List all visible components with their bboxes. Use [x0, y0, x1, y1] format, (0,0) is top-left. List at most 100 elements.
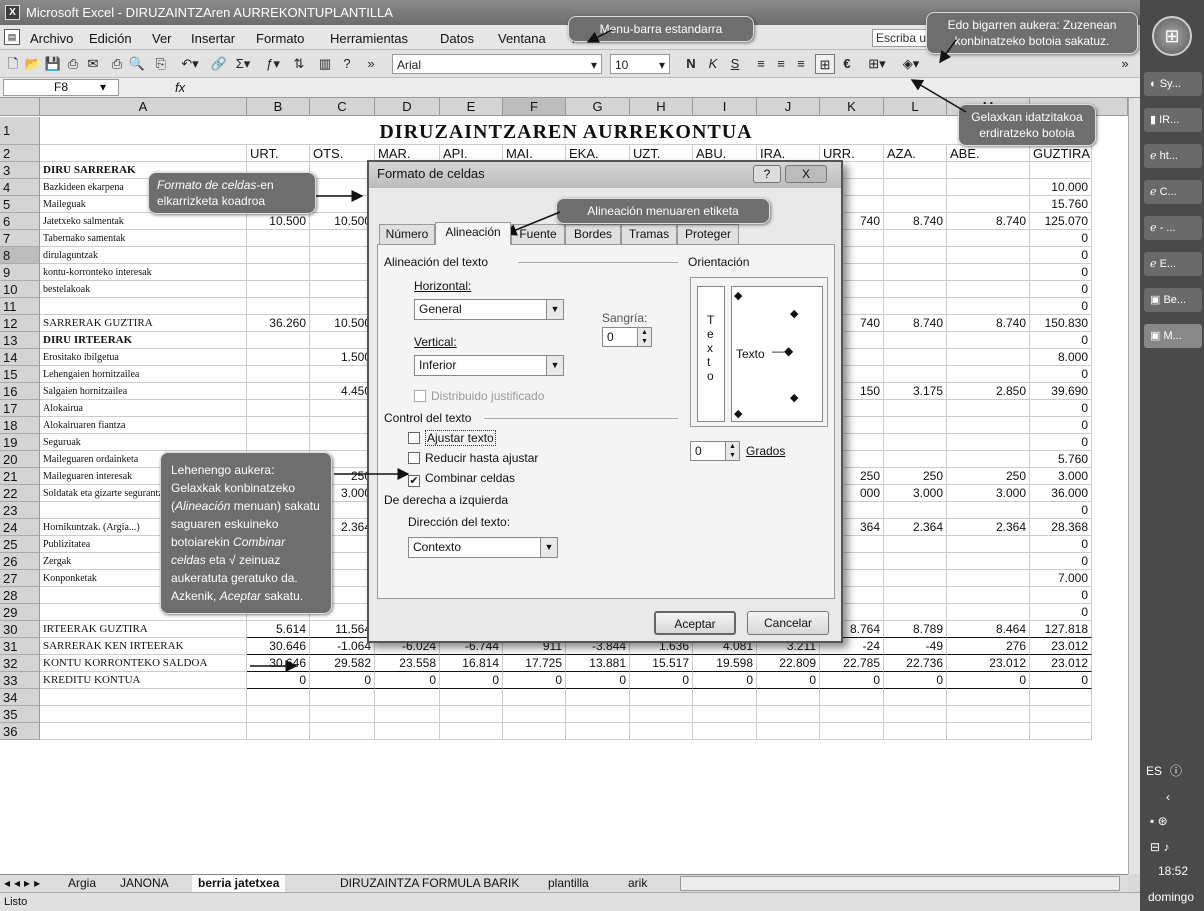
value-cell[interactable] — [884, 502, 947, 519]
value-cell[interactable] — [947, 434, 1030, 451]
value-cell[interactable]: 22.785 — [820, 655, 884, 672]
row-header[interactable]: 13 — [0, 332, 40, 349]
value-cell[interactable] — [884, 162, 947, 179]
row-header[interactable]: 12 — [0, 315, 40, 332]
value-cell[interactable]: 22.736 — [884, 655, 947, 672]
borders-icon[interactable]: ⊞▾ — [862, 54, 892, 74]
row-header[interactable]: 14 — [0, 349, 40, 366]
language-indicator[interactable]: ES — [1146, 764, 1162, 778]
value-cell[interactable]: 0 — [693, 672, 757, 689]
value-cell[interactable] — [630, 706, 693, 723]
value-cell[interactable]: 0 — [820, 672, 884, 689]
value-cell[interactable] — [947, 298, 1030, 315]
select-all-corner[interactable] — [0, 98, 40, 116]
row-label-cell[interactable]: Salgaien hornitzailea — [40, 383, 247, 400]
menu-edicion[interactable]: Edición — [89, 31, 132, 46]
value-cell[interactable]: 23.558 — [375, 655, 440, 672]
value-cell[interactable]: 30.646 — [247, 638, 310, 655]
value-cell[interactable]: 0 — [1030, 366, 1092, 383]
taskbar-item-5[interactable]: ℯ - ... — [1144, 216, 1202, 240]
row-header[interactable]: 7 — [0, 230, 40, 247]
align-left-icon[interactable]: ≡ — [752, 54, 770, 74]
value-cell[interactable] — [247, 434, 310, 451]
function-icon[interactable]: ƒ▾ — [260, 54, 286, 74]
value-cell[interactable]: 2.364 — [947, 519, 1030, 536]
horizontal-scrollbar[interactable] — [680, 876, 1120, 891]
row-header[interactable]: 17 — [0, 400, 40, 417]
chart-icon[interactable]: ▥ — [316, 54, 334, 74]
value-cell[interactable] — [947, 553, 1030, 570]
value-cell[interactable] — [440, 723, 503, 740]
taskbar-item-3[interactable]: ℯ ht... — [1144, 144, 1202, 168]
value-cell[interactable] — [375, 706, 440, 723]
row-header[interactable]: 31 — [0, 638, 40, 655]
volume-icon[interactable]: ⊟ ♪ — [1150, 840, 1169, 854]
value-cell[interactable] — [375, 689, 440, 706]
row-label-cell[interactable]: Erositako ibilgetua — [40, 349, 247, 366]
row-header[interactable]: 4 — [0, 179, 40, 196]
sheet-tab-plantilla[interactable]: plantilla — [548, 875, 589, 892]
value-cell[interactable]: 8.740 — [947, 213, 1030, 230]
row-label-cell[interactable]: IRTEERAK GUZTIRA — [40, 621, 247, 638]
value-cell[interactable] — [440, 706, 503, 723]
month-header-cell[interactable]: ABE. — [947, 145, 1030, 162]
toolbar-more-icon[interactable]: » — [1116, 54, 1134, 74]
row-header[interactable]: 6 — [0, 213, 40, 230]
value-cell[interactable]: 10.000 — [1030, 179, 1092, 196]
value-cell[interactable]: 0 — [1030, 230, 1092, 247]
value-cell[interactable] — [310, 723, 375, 740]
column-header[interactable]: A — [40, 98, 247, 116]
new-icon[interactable]: 🗋 — [4, 54, 22, 74]
menu-archivo[interactable]: Archivo — [30, 31, 73, 46]
row-header[interactable]: 26 — [0, 553, 40, 570]
save-icon[interactable]: 💾 — [44, 54, 62, 74]
value-cell[interactable]: 28.368 — [1030, 519, 1092, 536]
menu-insertar[interactable]: Insertar — [191, 31, 235, 46]
value-cell[interactable] — [1030, 689, 1092, 706]
value-cell[interactable] — [693, 706, 757, 723]
sheet-tab-janona[interactable]: JANONA — [120, 875, 169, 892]
value-cell[interactable] — [947, 570, 1030, 587]
value-cell[interactable] — [947, 349, 1030, 366]
row-header[interactable]: 19 — [0, 434, 40, 451]
column-header[interactable]: C — [310, 98, 375, 116]
dialog-close-button[interactable]: X — [785, 165, 827, 183]
value-cell[interactable]: 5.760 — [1030, 451, 1092, 468]
value-cell[interactable]: 0 — [375, 672, 440, 689]
value-cell[interactable] — [247, 366, 310, 383]
sheet-tab-arik[interactable]: arik — [628, 875, 647, 892]
value-cell[interactable] — [947, 196, 1030, 213]
menu-ventana[interactable]: Ventana — [498, 31, 546, 46]
copy-icon[interactable]: ⎘ — [152, 54, 170, 74]
value-cell[interactable] — [1030, 706, 1092, 723]
value-cell[interactable]: 15.517 — [630, 655, 693, 672]
row-label-cell[interactable]: SARRERAK GUZTIRA — [40, 315, 247, 332]
value-cell[interactable]: 11.564 — [310, 621, 375, 638]
column-header[interactable]: F — [503, 98, 566, 116]
cancel-button[interactable]: Cancelar — [747, 611, 829, 635]
value-cell[interactable]: 0 — [757, 672, 820, 689]
value-cell[interactable] — [947, 536, 1030, 553]
help-icon[interactable]: ⓘ — [1170, 762, 1182, 779]
value-cell[interactable]: 125.070 — [1030, 213, 1092, 230]
value-cell[interactable]: 0 — [1030, 502, 1092, 519]
row-header[interactable]: 32 — [0, 655, 40, 672]
value-cell[interactable]: 0 — [1030, 553, 1092, 570]
value-cell[interactable] — [247, 264, 310, 281]
value-cell[interactable]: 250 — [884, 468, 947, 485]
row-header[interactable]: 23 — [0, 502, 40, 519]
value-cell[interactable]: 10.500 — [247, 213, 310, 230]
permission-icon[interactable]: ⎙ — [64, 54, 82, 74]
tab-proteger[interactable]: Proteger — [677, 224, 739, 244]
row-header[interactable]: 36 — [0, 723, 40, 740]
value-cell[interactable] — [884, 604, 947, 621]
row-header[interactable]: 3 — [0, 162, 40, 179]
value-cell[interactable]: 276 — [947, 638, 1030, 655]
tab-numero[interactable]: Número — [379, 224, 435, 244]
column-header[interactable]: B — [247, 98, 310, 116]
vertical-select[interactable]: Inferior ▼ — [414, 355, 564, 376]
row-header[interactable]: 34 — [0, 689, 40, 706]
value-cell[interactable]: 23.012 — [1030, 655, 1092, 672]
value-cell[interactable]: 36.000 — [1030, 485, 1092, 502]
value-cell[interactable]: -49 — [884, 638, 947, 655]
